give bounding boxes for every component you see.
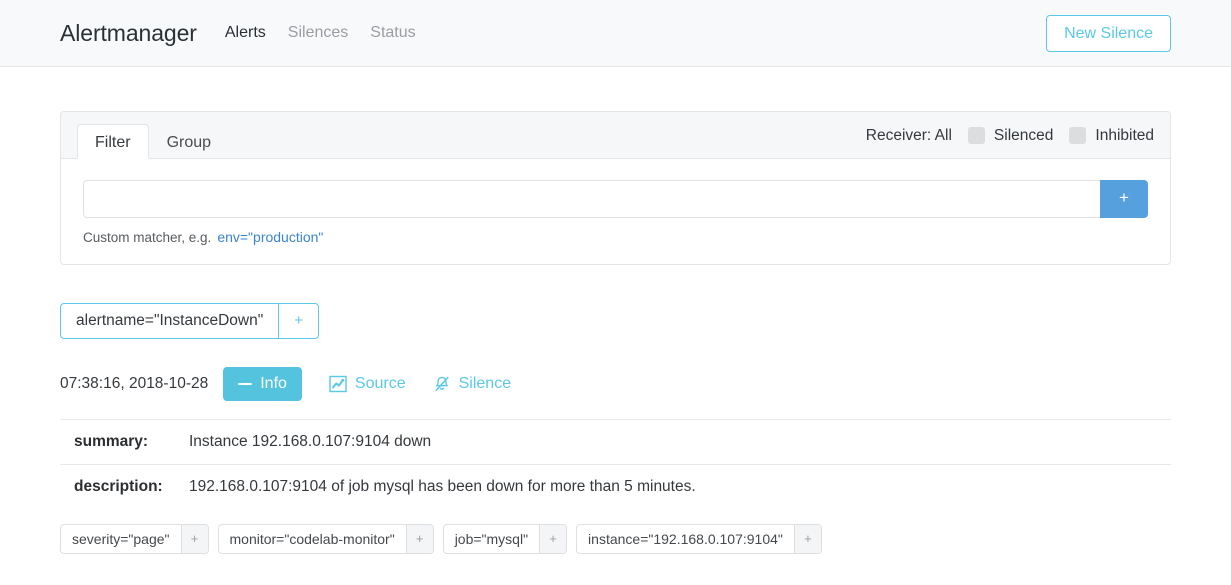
label-chip-add-icon[interactable]: +: [793, 525, 821, 553]
silence-link-label: Silence: [458, 375, 512, 392]
label-chip-text: instance="192.168.0.107:9104": [588, 531, 783, 547]
source-link[interactable]: Source: [329, 375, 406, 393]
silence-link[interactable]: Silence: [433, 375, 511, 393]
label-chip-text: job="mysql": [454, 531, 529, 547]
annotation-key: description:: [74, 478, 163, 495]
silenced-checkbox[interactable]: [967, 127, 985, 144]
tab-group[interactable]: Group: [149, 124, 229, 159]
nav-link-alerts[interactable]: Alerts: [225, 24, 266, 42]
annotation-value: Instance 192.168.0.107:9104 down: [189, 433, 432, 450]
group-matcher-row: alertname="InstanceDown" +: [60, 303, 1171, 339]
matcher-input-row: +: [83, 180, 1148, 218]
chart-line-icon: [329, 375, 347, 393]
annotation-row: summary: Instance 192.168.0.107:9104 dow…: [60, 419, 1171, 464]
label-chip[interactable]: instance="192.168.0.107:9104" +: [576, 524, 822, 554]
nav-link-status[interactable]: Status: [370, 24, 415, 42]
receiver-selector[interactable]: Receiver: All: [866, 127, 952, 145]
page-content: Filter Group Receiver: All Silenced Inhi…: [0, 111, 1231, 554]
group-matcher-chip[interactable]: alertname="InstanceDown" +: [60, 303, 320, 339]
matcher-helper-label: Custom matcher, e.g.: [83, 230, 212, 245]
nav-link-silences[interactable]: Silences: [288, 24, 348, 42]
bell-slash-icon: [433, 375, 451, 393]
label-chip-add-icon[interactable]: +: [539, 525, 567, 553]
label-chip-text: monitor="codelab-monitor": [229, 531, 395, 547]
matcher-input[interactable]: [83, 180, 1100, 218]
filter-card-body: + Custom matcher, e.g. env="production": [61, 159, 1170, 264]
new-silence-button[interactable]: New Silence: [1046, 15, 1171, 52]
annotation-key: summary:: [74, 433, 149, 450]
navbar: Alertmanager Alerts Silences Status New …: [0, 0, 1231, 67]
inhibited-checkbox-group[interactable]: Inhibited: [1069, 127, 1154, 145]
alert-timestamp: 07:38:16, 2018-10-28: [60, 375, 209, 392]
label-chip[interactable]: monitor="codelab-monitor" +: [217, 524, 434, 554]
group-matcher-text: alertname="InstanceDown": [76, 312, 264, 329]
label-chip-add-icon[interactable]: +: [405, 525, 433, 553]
filter-card: Filter Group Receiver: All Silenced Inhi…: [60, 111, 1171, 265]
info-button-label: Info: [260, 375, 287, 392]
minus-icon: [238, 382, 253, 386]
alert-label-chips: severity="page" + monitor="codelab-monit…: [60, 524, 1171, 554]
filter-card-header: Filter Group Receiver: All Silenced Inhi…: [61, 112, 1170, 159]
filter-header-controls: Receiver: All Silenced Inhibited: [866, 112, 1154, 159]
silenced-checkbox-group[interactable]: Silenced: [967, 126, 1054, 145]
app-brand: Alertmanager: [60, 19, 197, 46]
matcher-helper-example[interactable]: env="production": [217, 229, 323, 245]
annotation-value: 192.168.0.107:9104 of job mysql has been…: [189, 478, 696, 495]
label-chip[interactable]: severity="page" +: [60, 524, 209, 554]
silenced-label: Silenced: [993, 126, 1054, 144]
source-link-label: Source: [354, 375, 406, 392]
add-matcher-button[interactable]: +: [1100, 180, 1148, 218]
inhibited-checkbox[interactable]: [1069, 127, 1087, 144]
label-chip[interactable]: job="mysql" +: [442, 524, 568, 554]
nav-links: Alerts Silences Status: [225, 24, 416, 42]
alert-item: 07:38:16, 2018-10-28 Info Source Silence…: [60, 367, 1171, 554]
annotation-row: description: 192.168.0.107:9104 of job m…: [60, 464, 1171, 509]
alert-annotations: summary: Instance 192.168.0.107:9104 dow…: [60, 419, 1171, 509]
alert-header-row: 07:38:16, 2018-10-28 Info Source Silence: [60, 367, 1171, 401]
info-toggle-button[interactable]: Info: [223, 367, 302, 401]
tab-filter[interactable]: Filter: [77, 124, 149, 159]
label-chip-add-icon[interactable]: +: [180, 525, 208, 553]
matcher-helper-text: Custom matcher, e.g. env="production": [83, 229, 1148, 245]
inhibited-label: Inhibited: [1095, 126, 1154, 144]
label-chip-text: severity="page": [72, 531, 170, 547]
filter-tabs: Filter Group: [77, 112, 229, 159]
group-matcher-add-icon[interactable]: +: [278, 304, 318, 338]
